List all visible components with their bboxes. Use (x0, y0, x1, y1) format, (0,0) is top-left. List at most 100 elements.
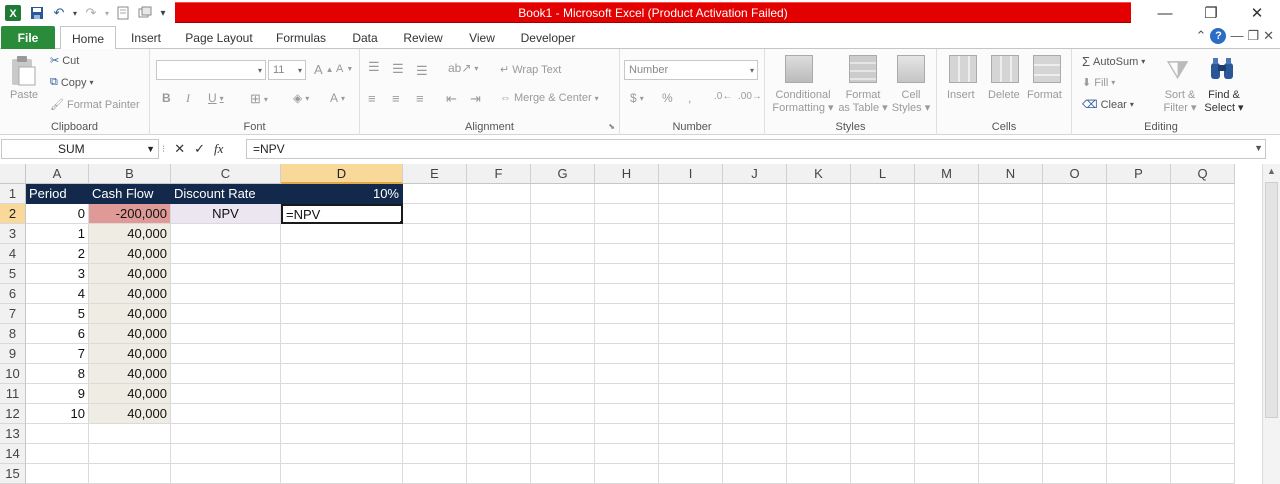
row-header-4[interactable]: 4 (0, 244, 26, 264)
format-as-table-icon[interactable] (849, 55, 877, 83)
row-header-6[interactable]: 6 (0, 284, 26, 304)
column-header-d[interactable]: D (281, 164, 403, 184)
workbook-minimize-icon[interactable]: — (1230, 28, 1243, 44)
cell-d5[interactable] (281, 264, 403, 284)
cell-b11[interactable]: 40,000 (89, 384, 171, 404)
cell-j5[interactable] (723, 264, 787, 284)
cell-d8[interactable] (281, 324, 403, 344)
cell-d7[interactable] (281, 304, 403, 324)
align-left-icon[interactable]: ≡ (368, 91, 376, 106)
cut-button[interactable]: ✂ Cut (50, 54, 79, 68)
tab-file[interactable]: File (1, 26, 55, 49)
row-header-3[interactable]: 3 (0, 224, 26, 244)
cell-l7[interactable] (851, 304, 915, 324)
cell-p9[interactable] (1107, 344, 1171, 364)
cell-k12[interactable] (787, 404, 851, 424)
cell-l8[interactable] (851, 324, 915, 344)
cell-o15[interactable] (1043, 464, 1107, 484)
cell-e13[interactable] (403, 424, 467, 444)
cell-q9[interactable] (1171, 344, 1235, 364)
cell-h2[interactable] (595, 204, 659, 224)
cell-h4[interactable] (595, 244, 659, 264)
cell-j3[interactable] (723, 224, 787, 244)
cell-k6[interactable] (787, 284, 851, 304)
save-icon[interactable] (26, 2, 48, 24)
cell-g15[interactable] (531, 464, 595, 484)
cell-n9[interactable] (979, 344, 1043, 364)
column-header-i[interactable]: I (659, 164, 723, 184)
cell-k4[interactable] (787, 244, 851, 264)
orientation-icon[interactable]: ab↗ ▾ (448, 61, 478, 75)
expand-formula-bar-icon[interactable]: ▼ (1254, 143, 1263, 153)
cell-o7[interactable] (1043, 304, 1107, 324)
cell-i7[interactable] (659, 304, 723, 324)
cell-q6[interactable] (1171, 284, 1235, 304)
cell-f5[interactable] (467, 264, 531, 284)
decrease-indent-icon[interactable]: ⇤ (446, 91, 457, 107)
cell-e11[interactable] (403, 384, 467, 404)
cell-g10[interactable] (531, 364, 595, 384)
close-button[interactable]: ✕ (1234, 0, 1280, 26)
cell-o3[interactable] (1043, 224, 1107, 244)
column-header-b[interactable]: B (89, 164, 171, 184)
cell-n10[interactable] (979, 364, 1043, 384)
cell-e1[interactable] (403, 184, 467, 204)
insert-cells-button[interactable]: Insert (947, 89, 975, 101)
cell-l14[interactable] (851, 444, 915, 464)
cell-k8[interactable] (787, 324, 851, 344)
enter-icon[interactable]: ✓ (194, 141, 205, 157)
cell-k14[interactable] (787, 444, 851, 464)
cell-h3[interactable] (595, 224, 659, 244)
column-header-q[interactable]: Q (1171, 164, 1235, 184)
cell-b14[interactable] (89, 444, 171, 464)
cell-q2[interactable] (1171, 204, 1235, 224)
cell-l6[interactable] (851, 284, 915, 304)
cell-d9[interactable] (281, 344, 403, 364)
cell-d3[interactable] (281, 224, 403, 244)
cell-c14[interactable] (171, 444, 281, 464)
row-header-2[interactable]: 2 (0, 204, 26, 224)
cell-b15[interactable] (89, 464, 171, 484)
cell-e7[interactable] (403, 304, 467, 324)
cell-b8[interactable]: 40,000 (89, 324, 171, 344)
align-bottom-icon[interactable]: ☰ (416, 63, 428, 79)
cell-l4[interactable] (851, 244, 915, 264)
cell-f4[interactable] (467, 244, 531, 264)
conditional-formatting-icon[interactable] (785, 55, 813, 83)
cell-j13[interactable] (723, 424, 787, 444)
cell-styles-button[interactable]: Cell Styles ▾ (891, 89, 931, 115)
cell-k2[interactable] (787, 204, 851, 224)
format-cells-button[interactable]: Format (1027, 89, 1062, 101)
restore-button[interactable]: ❐ (1188, 0, 1234, 26)
cell-c12[interactable] (171, 404, 281, 424)
cell-o8[interactable] (1043, 324, 1107, 344)
cell-a12[interactable]: 10 (26, 404, 89, 424)
column-header-j[interactable]: J (723, 164, 787, 184)
cell-m10[interactable] (915, 364, 979, 384)
cell-b2[interactable]: -200,000 (89, 204, 171, 224)
delete-cells-button[interactable]: Delete (988, 89, 1020, 101)
comma-style-icon[interactable]: , (688, 91, 691, 105)
cell-d14[interactable] (281, 444, 403, 464)
cell-i3[interactable] (659, 224, 723, 244)
cell-o5[interactable] (1043, 264, 1107, 284)
paste-button[interactable]: Paste (10, 89, 38, 101)
cell-c5[interactable] (171, 264, 281, 284)
cell-c9[interactable] (171, 344, 281, 364)
cell-e15[interactable] (403, 464, 467, 484)
cell-n15[interactable] (979, 464, 1043, 484)
cell-i13[interactable] (659, 424, 723, 444)
cell-k13[interactable] (787, 424, 851, 444)
cell-g6[interactable] (531, 284, 595, 304)
collapse-ribbon-icon[interactable]: ⌃ (1196, 28, 1207, 44)
undo-icon[interactable]: ↶ (48, 2, 70, 24)
cell-f14[interactable] (467, 444, 531, 464)
sort-filter-icon[interactable]: ⧩ (1166, 55, 1189, 87)
tab-developer[interactable]: Developer (516, 26, 580, 49)
tab-page-layout[interactable]: Page Layout (182, 26, 256, 49)
cell-i2[interactable] (659, 204, 723, 224)
wrap-text-button[interactable]: ↵ Wrap Text (500, 63, 561, 77)
cell-i12[interactable] (659, 404, 723, 424)
cell-c15[interactable] (171, 464, 281, 484)
column-header-a[interactable]: A (26, 164, 89, 184)
